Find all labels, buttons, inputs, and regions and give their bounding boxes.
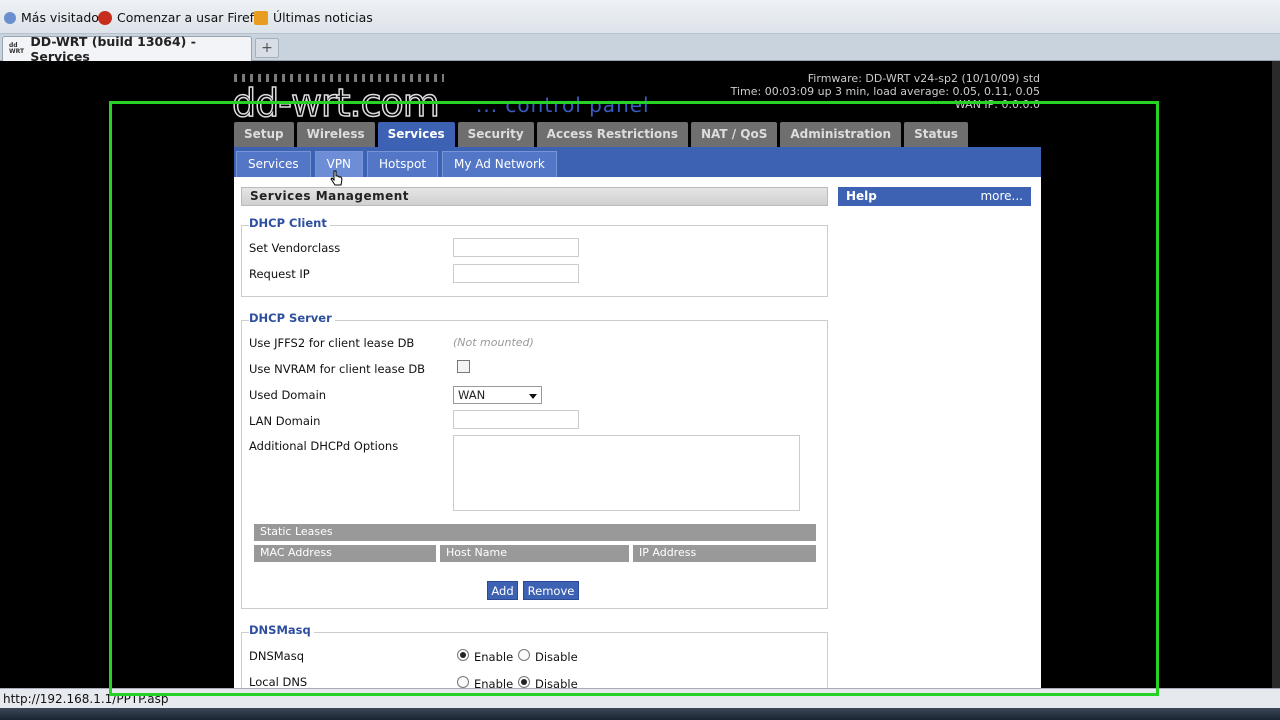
column-ip-address: IP Address xyxy=(633,545,816,562)
bookmarks-toolbar: Más visitados Comenzar a usar Firefox Úl… xyxy=(0,0,1280,34)
dnsmasq-enable-radio[interactable] xyxy=(457,649,469,661)
lan-domain-label: LAN Domain xyxy=(249,414,321,428)
tab-access-restrictions[interactable]: Access Restrictions xyxy=(536,122,688,147)
content-panel: Services Management Help more... DHCP Cl… xyxy=(234,177,1041,688)
dhcp-client-fieldset xyxy=(241,225,828,297)
bookmark-label: Últimas noticias xyxy=(273,10,373,25)
tab-security[interactable]: Security xyxy=(457,122,534,147)
sub-nav: Services VPN Hotspot My Ad Network xyxy=(234,147,1041,177)
section-title: Services Management xyxy=(241,187,828,206)
new-tab-button[interactable]: + xyxy=(255,38,279,58)
bookmark-label: Comenzar a usar Firefox xyxy=(117,10,269,25)
bookmark-most-visited[interactable]: Más visitados xyxy=(4,10,105,25)
browser-tab[interactable]: dd WRT DD-WRT (build 13064) - Services xyxy=(2,34,252,64)
nvram-label: Use NVRAM for client lease DB xyxy=(249,362,426,376)
vendorclass-label: Set Vendorclass xyxy=(249,241,341,255)
used-domain-select[interactable]: WAN xyxy=(453,386,542,404)
dnsmasq-disable-radio[interactable] xyxy=(518,649,530,661)
wan-ip: WAN IP: 0.0.0.0 xyxy=(954,98,1040,111)
subtab-services[interactable]: Services xyxy=(236,151,311,177)
vertical-scrollbar[interactable] xyxy=(1272,61,1280,688)
jffs2-status: (Not mounted) xyxy=(453,336,534,349)
bookmark-latest-news[interactable]: Últimas noticias xyxy=(254,10,373,25)
help-more-link[interactable]: more... xyxy=(980,187,1023,206)
dhcp-client-legend: DHCP Client xyxy=(249,216,330,230)
request-ip-input[interactable] xyxy=(453,264,579,283)
logo-subtitle: ... control panel xyxy=(476,93,650,117)
firmware-version: Firmware: DD-WRT v24-sp2 (10/10/09) std xyxy=(807,72,1040,85)
rss-icon xyxy=(254,10,268,25)
local-dns-disable-label: Disable xyxy=(535,677,578,688)
jffs2-label: Use JFFS2 for client lease DB xyxy=(249,336,415,350)
subtab-my-ad-network[interactable]: My Ad Network xyxy=(442,151,557,177)
dhcp-server-legend: DHCP Server xyxy=(249,311,335,325)
used-domain-value: WAN xyxy=(458,388,486,402)
lan-domain-input[interactable] xyxy=(453,410,579,429)
taskbar xyxy=(0,708,1280,720)
dropdown-arrow-icon xyxy=(529,394,537,399)
nvram-checkbox[interactable] xyxy=(457,360,470,373)
local-dns-enable-radio[interactable] xyxy=(457,676,469,688)
vendorclass-input[interactable] xyxy=(453,238,579,257)
column-mac-address: MAC Address xyxy=(254,545,436,562)
bookmark-label: Más visitados xyxy=(21,10,106,25)
tab-services[interactable]: Services xyxy=(377,122,455,148)
remove-lease-button[interactable]: Remove xyxy=(523,581,579,600)
static-leases-header: Static Leases xyxy=(254,524,816,541)
star-icon xyxy=(4,11,16,24)
tab-nat-qos[interactable]: NAT / QoS xyxy=(690,122,778,147)
bookmark-getting-started[interactable]: Comenzar a usar Firefox xyxy=(98,10,269,25)
help-header: Help more... xyxy=(838,187,1031,206)
local-dns-disable-radio[interactable] xyxy=(518,676,530,688)
add-lease-button[interactable]: Add xyxy=(487,581,518,600)
status-url: http://192.168.1.1/PPTP.asp xyxy=(3,692,169,706)
dnsmasq-legend: DNSMasq xyxy=(249,623,314,637)
tab-setup[interactable]: Setup xyxy=(234,122,294,147)
subtab-hotspot[interactable]: Hotspot xyxy=(367,151,439,177)
tab-administration[interactable]: Administration xyxy=(780,122,902,147)
tab-status[interactable]: Status xyxy=(904,122,968,147)
local-dns-enable-label: Enable xyxy=(474,677,514,688)
uptime: Time: 00:03:09 up 3 min, load average: 0… xyxy=(730,85,1040,98)
dhcpd-options-label: Additional DHCPd Options xyxy=(249,439,399,453)
tab-bar: dd WRT DD-WRT (build 13064) - Services + xyxy=(0,34,1280,64)
ddwrt-logo: dd-wrt.com xyxy=(231,81,440,125)
ddwrt-favicon-icon: dd WRT xyxy=(9,42,25,55)
firefox-icon xyxy=(98,10,112,25)
tab-wireless[interactable]: Wireless xyxy=(296,122,375,147)
main-nav: Setup Wireless Services Security Access … xyxy=(234,122,968,148)
local-dns-label: Local DNS xyxy=(249,675,308,688)
dnsmasq-disable-label: Disable xyxy=(535,650,578,664)
page-viewport: dd-wrt.com ... control panel Firmware: D… xyxy=(0,61,1280,688)
firmware-info: Firmware: DD-WRT v24-sp2 (10/10/09) std … xyxy=(731,72,1040,111)
dnsmasq-label: DNSMasq xyxy=(249,649,305,663)
dnsmasq-enable-label: Enable xyxy=(474,650,514,664)
tab-title: DD-WRT (build 13064) - Services xyxy=(30,34,196,64)
request-ip-label: Request IP xyxy=(249,267,310,281)
column-host-name: Host Name xyxy=(440,545,629,562)
help-title: Help xyxy=(846,189,877,203)
hand-cursor-icon xyxy=(330,170,343,186)
dhcpd-options-textarea[interactable] xyxy=(453,435,800,511)
used-domain-label: Used Domain xyxy=(249,388,327,402)
